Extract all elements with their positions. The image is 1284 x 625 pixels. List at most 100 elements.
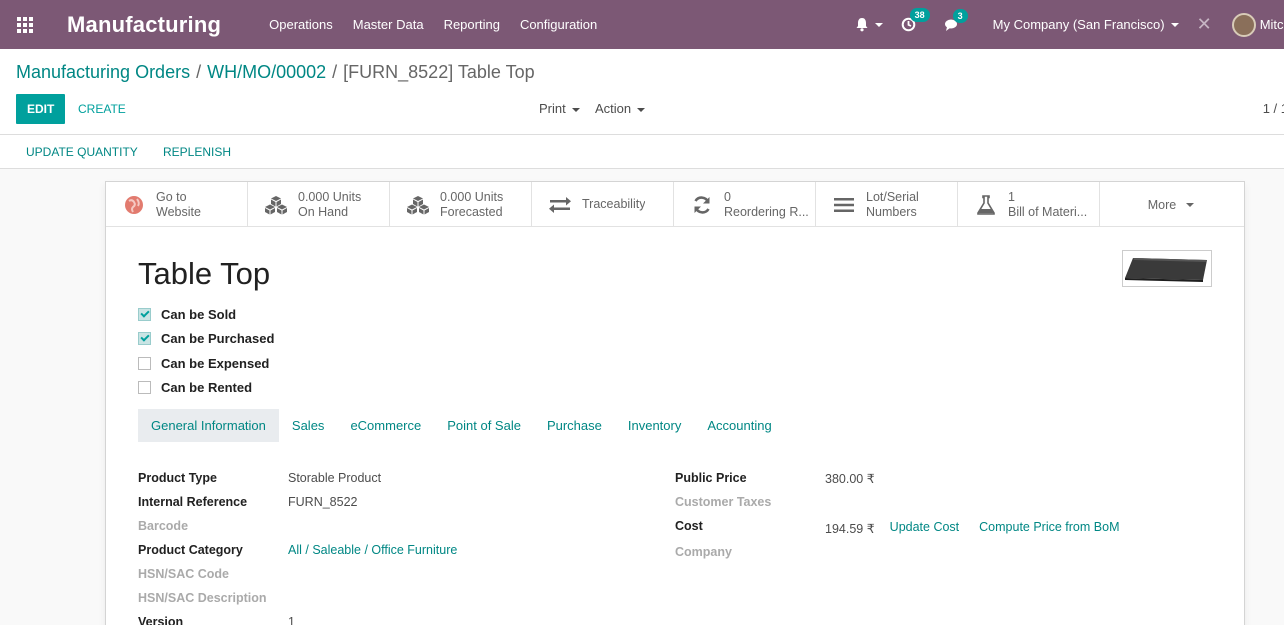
can-be-expensed-row: Can be Expensed — [138, 351, 274, 376]
general-info-left: Product Type Storable Product Internal Re… — [138, 466, 457, 625]
can-be-purchased-label: Can be Purchased — [161, 331, 275, 347]
menu-operations[interactable]: Operations — [269, 17, 333, 32]
can-be-sold-label: Can be Sold — [161, 306, 237, 322]
category-all: All — [288, 543, 302, 557]
tab-sales[interactable]: Sales — [279, 409, 338, 442]
update-cost-button[interactable]: Update Cost — [890, 520, 959, 534]
product-image[interactable] — [1122, 250, 1212, 287]
can-be-purchased-checkbox[interactable] — [138, 332, 151, 346]
edit-button[interactable]: EDIT — [16, 94, 66, 124]
avatar[interactable] — [1231, 12, 1256, 37]
can-be-expensed-checkbox[interactable] — [138, 356, 151, 370]
list-icon — [830, 197, 858, 213]
can-be-rented-checkbox[interactable] — [138, 381, 151, 395]
can-be-expensed-label: Can be Expensed — [161, 355, 270, 371]
smart-button-box: Go to Website 0.000 Units On Hand 0.000 Un… — [106, 182, 1244, 227]
lot-serial-numbers-button[interactable]: Lot/Serial Numbers — [816, 182, 958, 227]
category-office-furniture: Office Furniture — [371, 543, 458, 557]
chevron-down-icon — [637, 107, 646, 112]
app-title[interactable]: Manufacturing — [67, 12, 221, 38]
action-dropdown[interactable]: Action — [595, 94, 646, 124]
smart-button-line1: Go to — [156, 189, 187, 204]
activity-button[interactable]: 38 — [901, 8, 930, 32]
replenish-button[interactable]: REPLENISH — [163, 135, 231, 169]
tab-inventory[interactable]: Inventory — [615, 409, 694, 442]
cost-field[interactable]: 194.59 ₹ — [825, 521, 875, 536]
breadcrumb-manufacturing-orders[interactable]: Manufacturing Orders — [16, 62, 190, 82]
company-switcher[interactable]: My Company (San Francisco) — [993, 17, 1179, 32]
company-label: Company — [675, 545, 732, 559]
can-be-rented-row: Can be Rented — [138, 376, 274, 401]
tab-ecommerce[interactable]: eCommerce — [337, 409, 434, 442]
hsn-description-label: HSN/SAC Description — [138, 591, 267, 605]
user-name[interactable]: Mitche — [1260, 17, 1284, 32]
bill-of-materials-button[interactable]: 1 Bill of Materi... — [958, 182, 1100, 227]
create-button[interactable]: CREATE — [78, 94, 126, 124]
traceability-button[interactable]: Traceability — [532, 182, 674, 227]
flask-icon — [972, 194, 1000, 215]
tab-purchase[interactable]: Purchase — [534, 409, 615, 442]
activity-count-badge: 38 — [909, 8, 930, 22]
on-hand-button[interactable]: 0.000 Units On Hand — [248, 182, 390, 227]
form-sheet: Go to Website 0.000 Units On Hand 0.000 Un… — [105, 181, 1245, 625]
status-bar: UPDATE QUANTITY REPLENISH — [0, 135, 1284, 169]
reordering-rules-button[interactable]: 0 Reordering R... — [674, 182, 816, 227]
product-category-field[interactable]: All / Saleable / Office Furniture — [288, 543, 457, 557]
version-label: Version — [138, 615, 184, 625]
smart-button-line2: Reordering R... — [724, 204, 809, 219]
smart-button-line2: Forecasted — [440, 204, 503, 219]
message-count-badge: 3 — [952, 8, 968, 23]
smart-button-line1: 0 — [724, 189, 731, 204]
can-be-sold-checkbox[interactable] — [138, 307, 151, 321]
can-be-rented-label: Can be Rented — [161, 380, 253, 396]
internal-reference-label: Internal Reference — [138, 495, 248, 509]
smart-button-line2: On Hand — [298, 204, 349, 219]
smart-button-line1: 1 — [1008, 189, 1015, 204]
product-flags: Can be Sold Can be Purchased Can be Expe… — [138, 302, 274, 400]
smart-button-line1: Traceability — [582, 197, 646, 211]
smart-button-line1: 0.000 Units — [298, 189, 362, 204]
cost-label: Cost — [675, 519, 703, 533]
go-to-website-button[interactable]: Go to Website — [106, 182, 248, 227]
more-label: More — [1147, 197, 1177, 212]
more-dropdown[interactable]: More — [1100, 182, 1242, 227]
can-be-purchased-row: Can be Purchased — [138, 327, 274, 352]
internal-reference-field[interactable]: FURN_8522 — [288, 495, 357, 509]
chevron-down-icon — [571, 107, 580, 112]
messages-button[interactable]: 3 — [944, 8, 968, 32]
company-name: My Company (San Francisco) — [992, 17, 1165, 32]
public-price-label: Public Price — [675, 471, 747, 485]
print-dropdown[interactable]: Print — [539, 94, 580, 124]
arrows-exchange-icon — [546, 196, 574, 214]
tab-accounting[interactable]: Accounting — [694, 409, 784, 442]
notification-bell-button[interactable] — [855, 17, 883, 32]
form-tabs: General Information Sales eCommerce Poin… — [138, 409, 785, 442]
apps-menu-icon[interactable] — [0, 0, 50, 49]
pager[interactable]: 1 / 1 — [1263, 94, 1284, 124]
breadcrumb-order[interactable]: WH/MO/00002 — [207, 62, 326, 82]
breadcrumb-current: [FURN_8522] Table Top — [343, 62, 535, 82]
public-price-field[interactable]: 380.00 ₹ — [825, 471, 875, 486]
chevron-down-icon — [1186, 202, 1195, 207]
bell-icon — [856, 18, 868, 32]
update-quantity-button[interactable]: UPDATE QUANTITY — [26, 135, 138, 169]
smart-button-line1: Lot/Serial — [866, 189, 919, 204]
cubes-icon — [262, 195, 290, 215]
print-label: Print — [539, 101, 566, 116]
hsn-code-label: HSN/SAC Code — [138, 567, 229, 581]
product-name[interactable]: Table Top — [138, 256, 270, 292]
menu-master-data[interactable]: Master Data — [353, 17, 424, 32]
compute-price-from-bom-button[interactable]: Compute Price from BoM — [979, 520, 1119, 534]
product-category-label: Product Category — [138, 543, 243, 557]
tab-general-information[interactable]: General Information — [138, 409, 279, 442]
refresh-icon — [688, 195, 716, 215]
product-type-field[interactable]: Storable Product — [288, 471, 381, 485]
action-label: Action — [595, 101, 632, 116]
tab-point-of-sale[interactable]: Point of Sale — [434, 409, 534, 442]
forecasted-button[interactable]: 0.000 Units Forecasted — [390, 182, 532, 227]
menu-configuration[interactable]: Configuration — [520, 17, 597, 32]
version-field[interactable]: 1 — [288, 615, 295, 625]
close-icon[interactable]: ✕ — [1197, 14, 1212, 35]
smart-button-line2: Website — [156, 204, 201, 219]
menu-reporting[interactable]: Reporting — [444, 17, 500, 32]
